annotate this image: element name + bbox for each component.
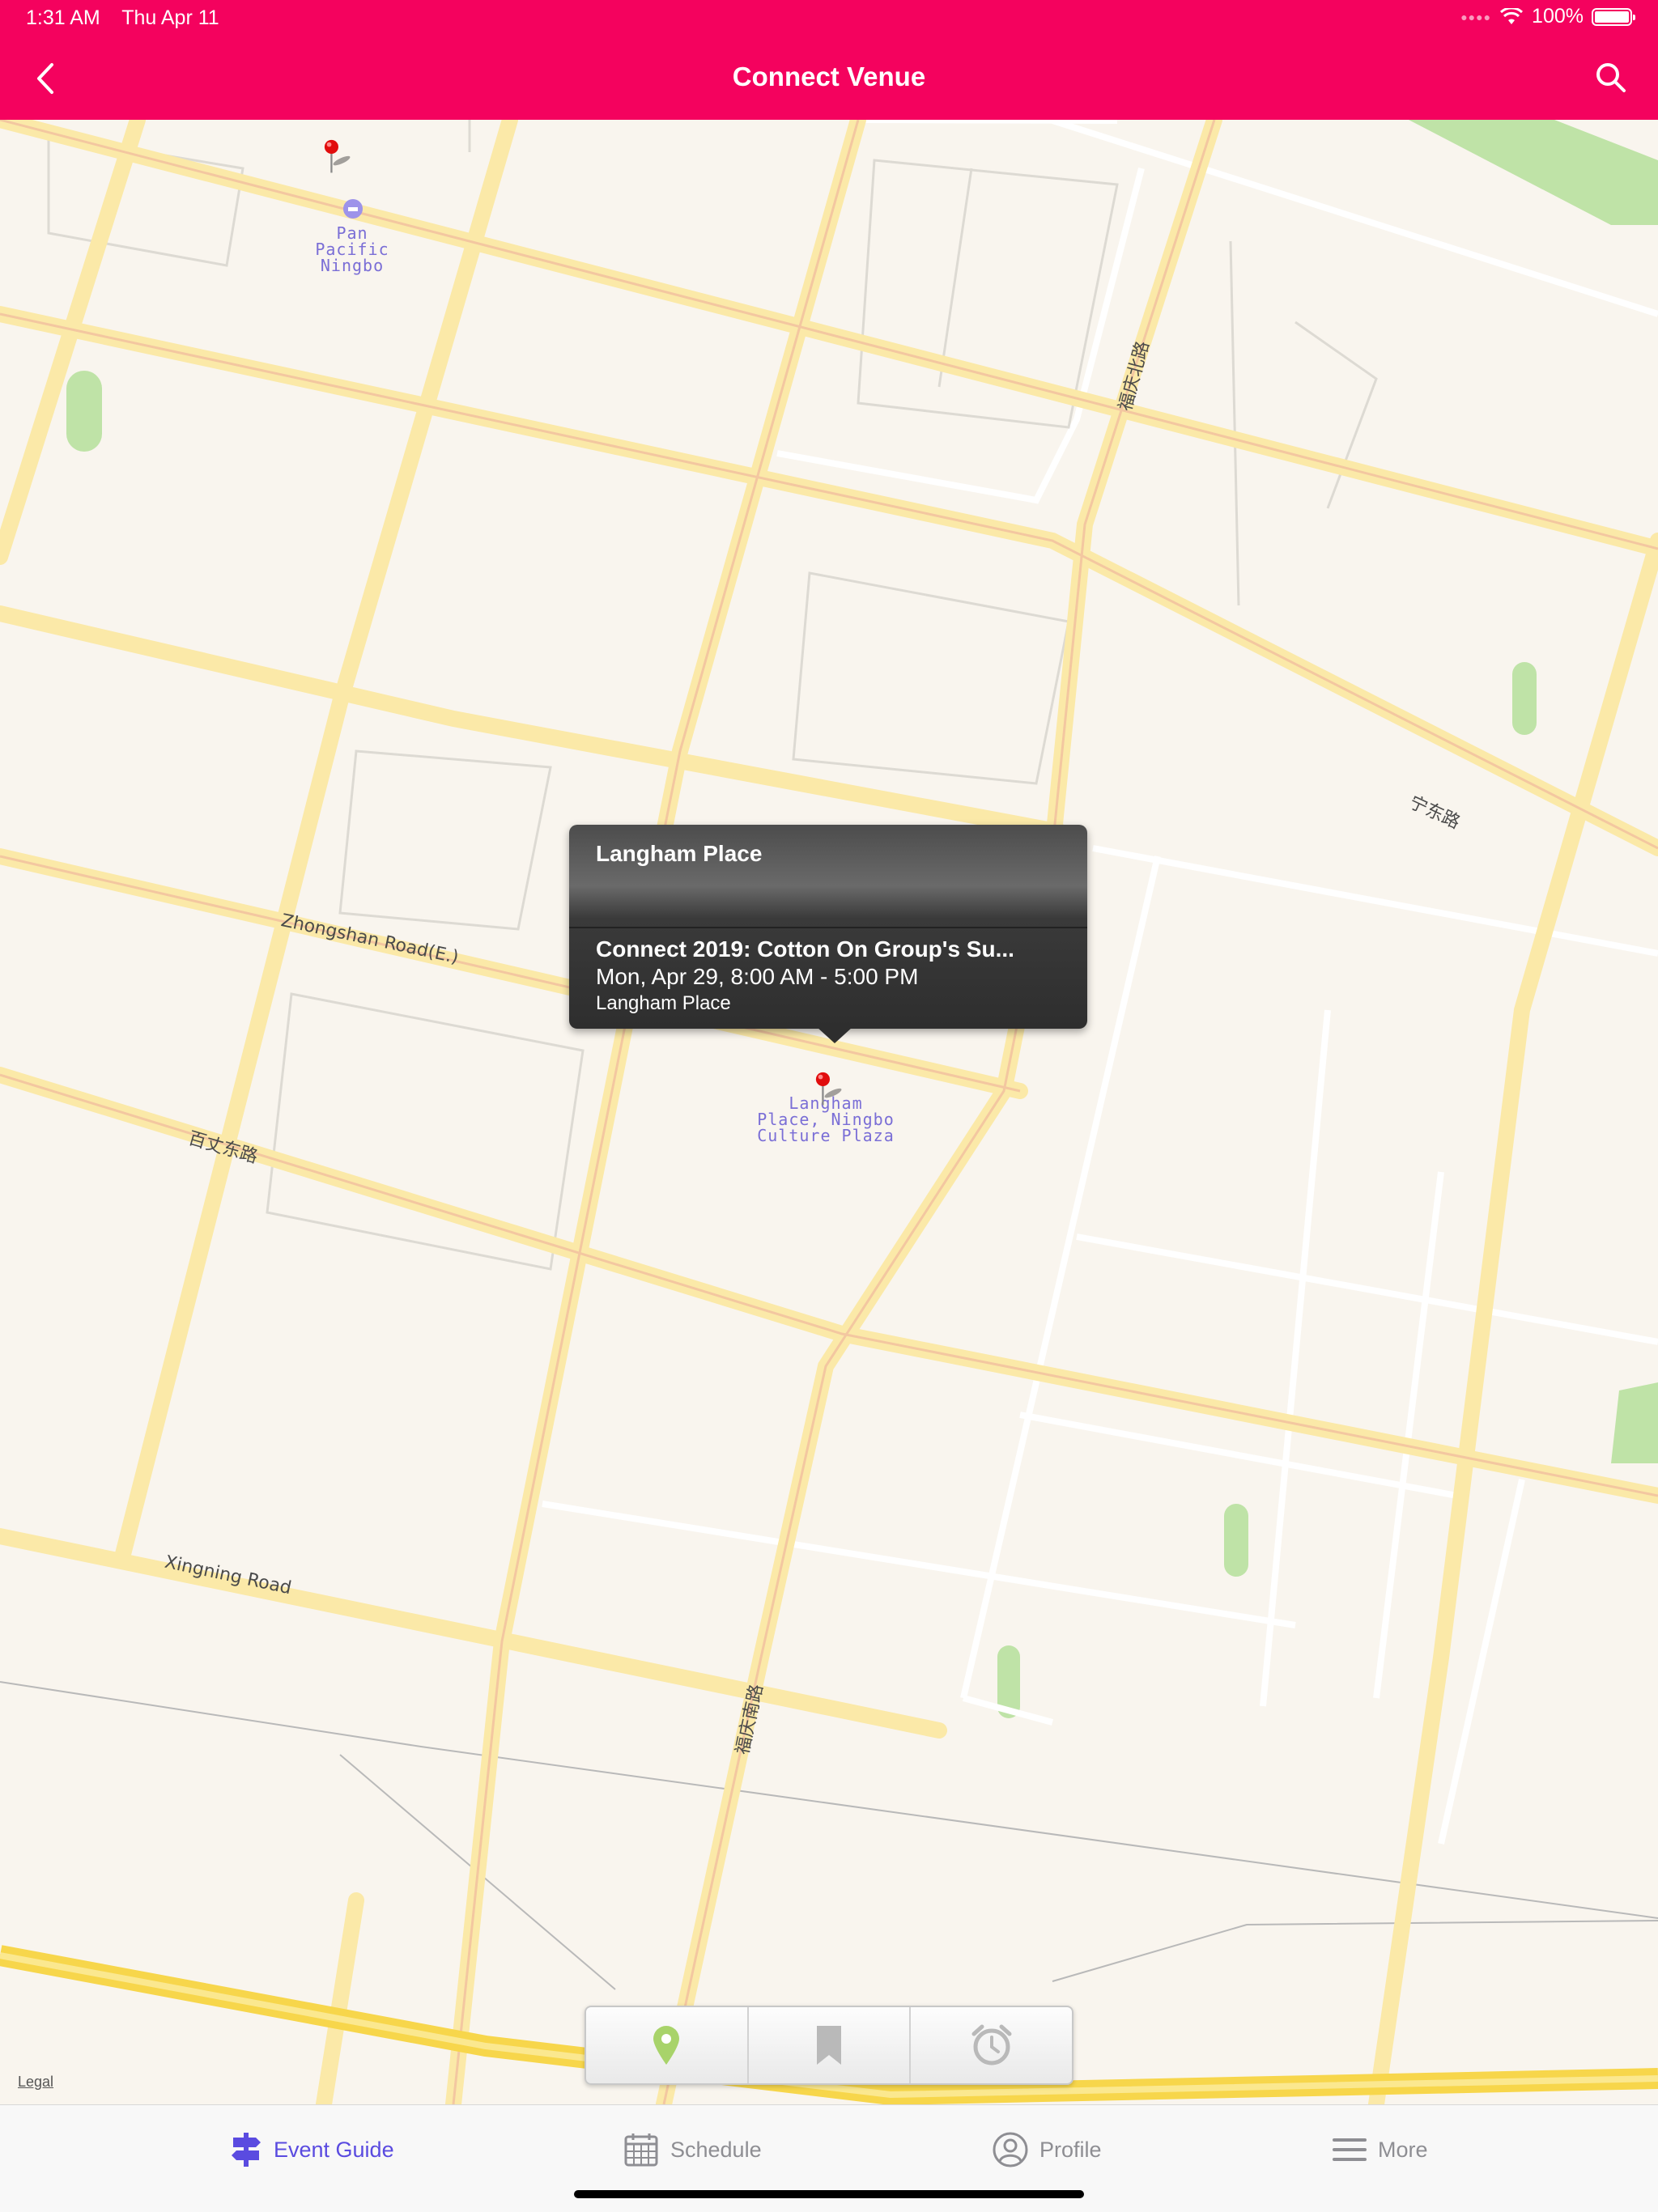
status-date: Thu Apr 11 bbox=[121, 6, 219, 29]
status-bar-right: ●●●● 100% bbox=[1460, 5, 1635, 28]
callout-event-time: Mon, Apr 29, 8:00 AM - 5:00 PM bbox=[596, 964, 919, 989]
map-pin-pan-pacific[interactable] bbox=[322, 125, 355, 189]
map-mode-alarm-button[interactable] bbox=[911, 2007, 1072, 2083]
tab-label: Profile bbox=[1039, 2137, 1102, 2162]
callout-pointer bbox=[817, 1027, 852, 1043]
map-callout[interactable]: Langham Place Connect 2019: Cotton On Gr… bbox=[569, 825, 1087, 1043]
poi-label-pan-pacific: Pan Pacific Ningbo bbox=[315, 223, 389, 275]
tab-label: More bbox=[1378, 2137, 1428, 2162]
map-mode-bookmark-button[interactable] bbox=[749, 2007, 912, 2083]
status-time: 1:31 AM bbox=[26, 6, 100, 29]
status-bar-left: 1:31 AM Thu Apr 11 bbox=[26, 6, 236, 30]
wifi-icon bbox=[1500, 7, 1524, 24]
tab-profile[interactable]: Profile bbox=[993, 2129, 1102, 2170]
battery-percentage: 100% bbox=[1532, 5, 1584, 28]
bookmark-icon bbox=[817, 2026, 841, 2065]
tab-event-guide[interactable]: Event Guide bbox=[230, 2129, 394, 2170]
map-pin-langham[interactable] bbox=[814, 1057, 846, 1122]
callout-venue-title: Langham Place bbox=[596, 841, 763, 866]
home-indicator bbox=[574, 2190, 1084, 2198]
tab-label: Schedule bbox=[670, 2137, 762, 2162]
alarm-clock-icon bbox=[971, 2024, 1012, 2066]
battery-icon bbox=[1592, 7, 1635, 26]
signpost-icon bbox=[232, 2133, 261, 2167]
search-icon bbox=[1596, 63, 1626, 92]
tab-more[interactable]: More bbox=[1333, 2129, 1428, 2170]
map-mode-location-button[interactable] bbox=[586, 2007, 749, 2083]
map-view[interactable]: Zhongshan Road(E.) 百丈东路 Xingning Road 福庆… bbox=[0, 120, 1658, 2104]
search-button[interactable] bbox=[1593, 60, 1629, 96]
legal-link[interactable]: Legal bbox=[18, 2074, 53, 2091]
tab-schedule[interactable]: Schedule bbox=[623, 2129, 762, 2170]
person-icon bbox=[993, 2132, 1028, 2167]
map-pin-icon bbox=[653, 2026, 680, 2065]
cellular-icon: ●●●● bbox=[1460, 10, 1492, 23]
tab-label: Event Guide bbox=[274, 2137, 394, 2162]
menu-icon bbox=[1333, 2138, 1367, 2161]
callout-event-location: Langham Place bbox=[596, 992, 731, 1014]
page-title: Connect Venue bbox=[732, 62, 926, 91]
navigation-header: 1:31 AM Thu Apr 11 ●●●● 100% Connect Ven… bbox=[0, 0, 1658, 120]
calendar-icon bbox=[624, 2133, 658, 2167]
callout-event-title[interactable]: Connect 2019: Cotton On Group's Su... bbox=[596, 936, 1014, 962]
hotel-icon bbox=[343, 199, 363, 219]
map-mode-control bbox=[585, 2006, 1073, 2085]
callout-divider bbox=[569, 927, 1087, 928]
